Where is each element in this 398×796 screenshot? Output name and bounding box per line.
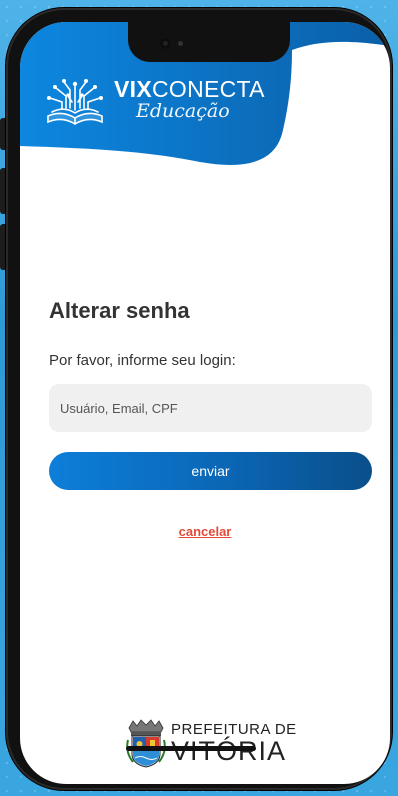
login-prompt: Por favor, informe seu login: — [49, 352, 236, 369]
brand-title: VIXCONECTA — [114, 76, 265, 102]
page-title: Alterar senha — [49, 298, 190, 323]
phone-notch — [128, 22, 290, 62]
cancel-link[interactable]: cancelar — [20, 524, 390, 539]
footer-logo: PREFEITURA DE VITÓRIA — [125, 718, 297, 768]
brand-header: VIXCONECTA Educação — [42, 66, 265, 132]
phone-frame: VIXCONECTA Educação Alterar senha Por fa… — [6, 8, 392, 790]
book-circuit-icon — [47, 79, 103, 125]
sensor-icon — [178, 41, 183, 46]
phone-screen: VIXCONECTA Educação Alterar senha Por fa… — [20, 22, 390, 784]
login-input[interactable] — [49, 384, 372, 432]
footer-line-2: VITÓRIA — [171, 737, 297, 765]
submit-button[interactable]: enviar — [49, 452, 372, 490]
city-crest-icon — [126, 719, 166, 768]
camera-icon — [160, 38, 171, 49]
home-indicator — [126, 746, 256, 751]
brand-subtitle: Educação — [136, 100, 230, 122]
